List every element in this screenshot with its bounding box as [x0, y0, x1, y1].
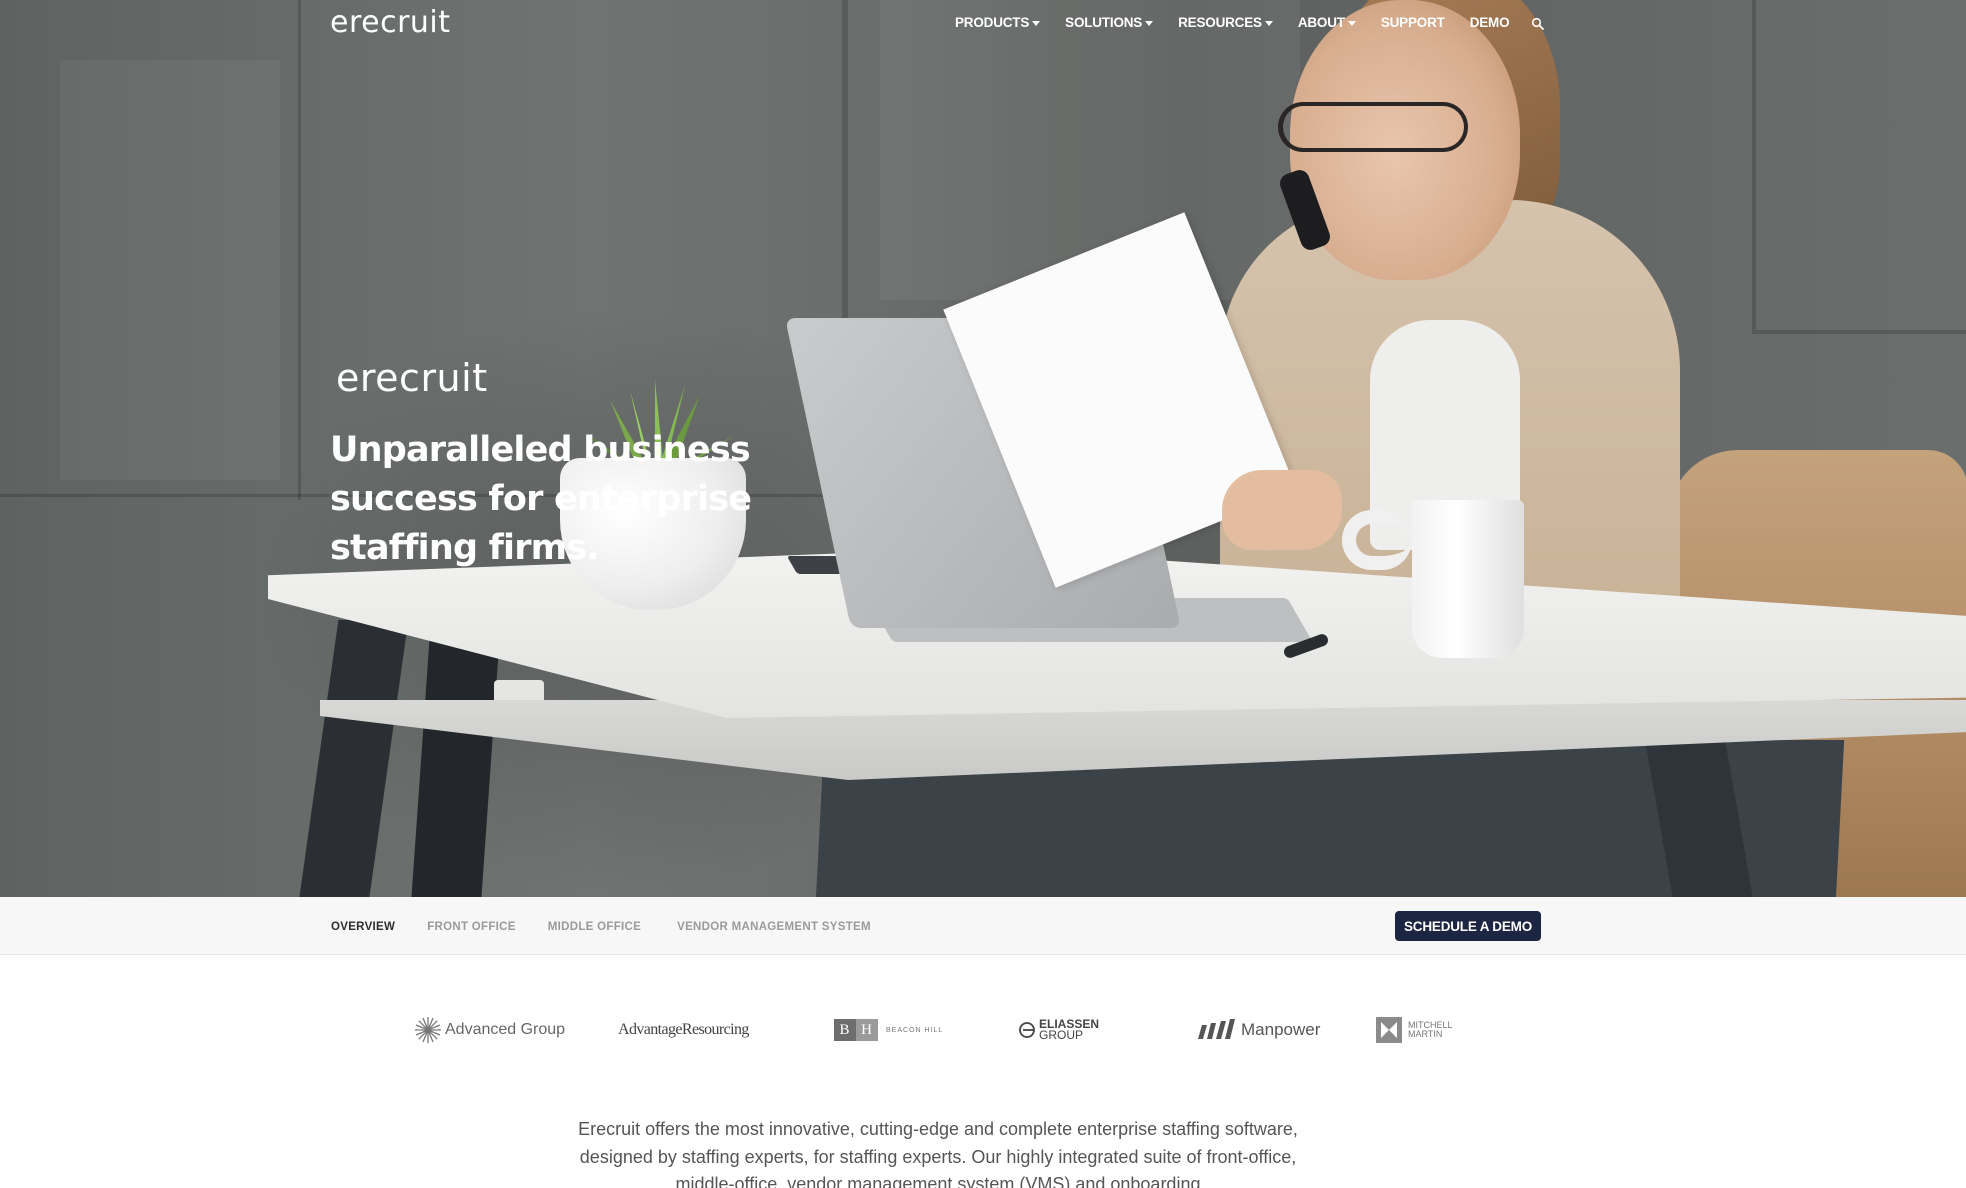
caret-down-icon	[1032, 21, 1041, 26]
mitchell-martin-wordmark: MITCHELL MARTIN	[1408, 1021, 1453, 1039]
wall-panel	[60, 60, 280, 480]
nav-support-label: SUPPORT	[1380, 15, 1445, 30]
caret-down-icon	[1145, 21, 1154, 26]
eliassen-line2: GROUP	[1039, 1028, 1084, 1042]
manpower-name: Manpower	[1241, 1020, 1321, 1039]
glasses	[1278, 102, 1468, 152]
mitchell-line2: MARTIN	[1408, 1029, 1443, 1039]
nav-about[interactable]: ABOUT	[1298, 15, 1356, 30]
desk-leg	[410, 640, 500, 897]
logo-advantage-resourcing: AdvantageResourcing	[618, 1005, 749, 1055]
wall-seam	[1752, 330, 1966, 334]
mug-handle	[1342, 510, 1412, 570]
nav-demo-label: DEMO	[1469, 15, 1510, 30]
hero-headline: Unparalleled business success for enterp…	[330, 430, 752, 568]
beacon-hill-mark: B H	[834, 1019, 878, 1041]
eliassen-wordmark: ELIASSEN GROUP	[1039, 1018, 1099, 1042]
caret-down-icon	[1264, 21, 1273, 26]
starburst-icon	[415, 1017, 441, 1043]
section-subnav: OVERVIEW FRONT OFFICE MIDDLE OFFICE VEND…	[0, 897, 1966, 955]
advantage-resourcing-name: AdvantageResourcing	[618, 1021, 749, 1038]
mitchell-martin-icon	[1381, 1022, 1397, 1038]
nav-solutions-label: SOLUTIONS	[1065, 15, 1143, 30]
nav-demo[interactable]: DEMO	[1470, 15, 1510, 30]
logo-advanced-group: Advanced Group	[414, 1005, 565, 1055]
beacon-hill-letter: B	[834, 1019, 856, 1041]
client-logos: Advanced Group AdvantageResourcing B H B…	[0, 1005, 1966, 1055]
wall-seam	[298, 0, 301, 500]
nav-resources-label: RESOURCES	[1178, 15, 1262, 30]
schedule-demo-button[interactable]: SCHEDULE A DEMO	[1395, 911, 1541, 941]
advanced-group-name: Advanced Group	[445, 1021, 566, 1038]
logo-mitchell-martin: MITCHELL MARTIN	[1376, 1005, 1453, 1055]
hero-logo: erecruit	[336, 356, 488, 400]
beacon-hill-letter: H	[856, 1019, 878, 1041]
caret-down-icon	[1347, 21, 1356, 26]
coffee-mug	[1412, 500, 1524, 658]
top-navigation: erecruit PRODUCTS SOLUTIONS RESOURCES AB…	[0, 0, 1966, 48]
logo-manpower: Manpower	[1196, 1005, 1320, 1055]
subnav-tabs: OVERVIEW FRONT OFFICE MIDDLE OFFICE VEND…	[331, 921, 903, 933]
manpower-mark-icon	[1198, 1019, 1235, 1039]
main-menu: PRODUCTS SOLUTIONS RESOURCES ABOUT SUPPO…	[955, 15, 1534, 30]
intro-paragraph: Erecruit offers the most innovative, cut…	[578, 1119, 1298, 1188]
search-icon[interactable]	[1531, 17, 1545, 31]
tab-vendor-management-system[interactable]: VENDOR MANAGEMENT SYSTEM	[677, 921, 871, 933]
hand	[1222, 470, 1342, 550]
beacon-hill-name: BEACON HILL	[886, 1026, 944, 1034]
nav-about-label: ABOUT	[1297, 15, 1345, 30]
nav-products-label: PRODUCTS	[955, 15, 1030, 30]
wall-seam	[1752, 0, 1756, 330]
logo-beacon-hill: B H BEACON HILL	[834, 1005, 943, 1055]
logo-eliassen-group: ELIASSEN GROUP	[1018, 1005, 1099, 1055]
nav-support[interactable]: SUPPORT	[1381, 15, 1445, 30]
nav-resources[interactable]: RESOURCES	[1178, 15, 1273, 30]
nav-solutions[interactable]: SOLUTIONS	[1065, 15, 1154, 30]
mitchell-martin-mark	[1376, 1017, 1402, 1043]
tab-front-office[interactable]: FRONT OFFICE	[427, 921, 516, 933]
tab-middle-office[interactable]: MIDDLE OFFICE	[548, 921, 641, 933]
eliassen-mark-icon	[1019, 1022, 1035, 1038]
site-logo[interactable]: erecruit	[330, 5, 451, 40]
hero-banner: erecruit Unparalleled business success f…	[0, 0, 1966, 897]
desk-leg	[297, 620, 409, 897]
tab-overview[interactable]: OVERVIEW	[331, 921, 395, 933]
nav-products[interactable]: PRODUCTS	[955, 15, 1041, 30]
